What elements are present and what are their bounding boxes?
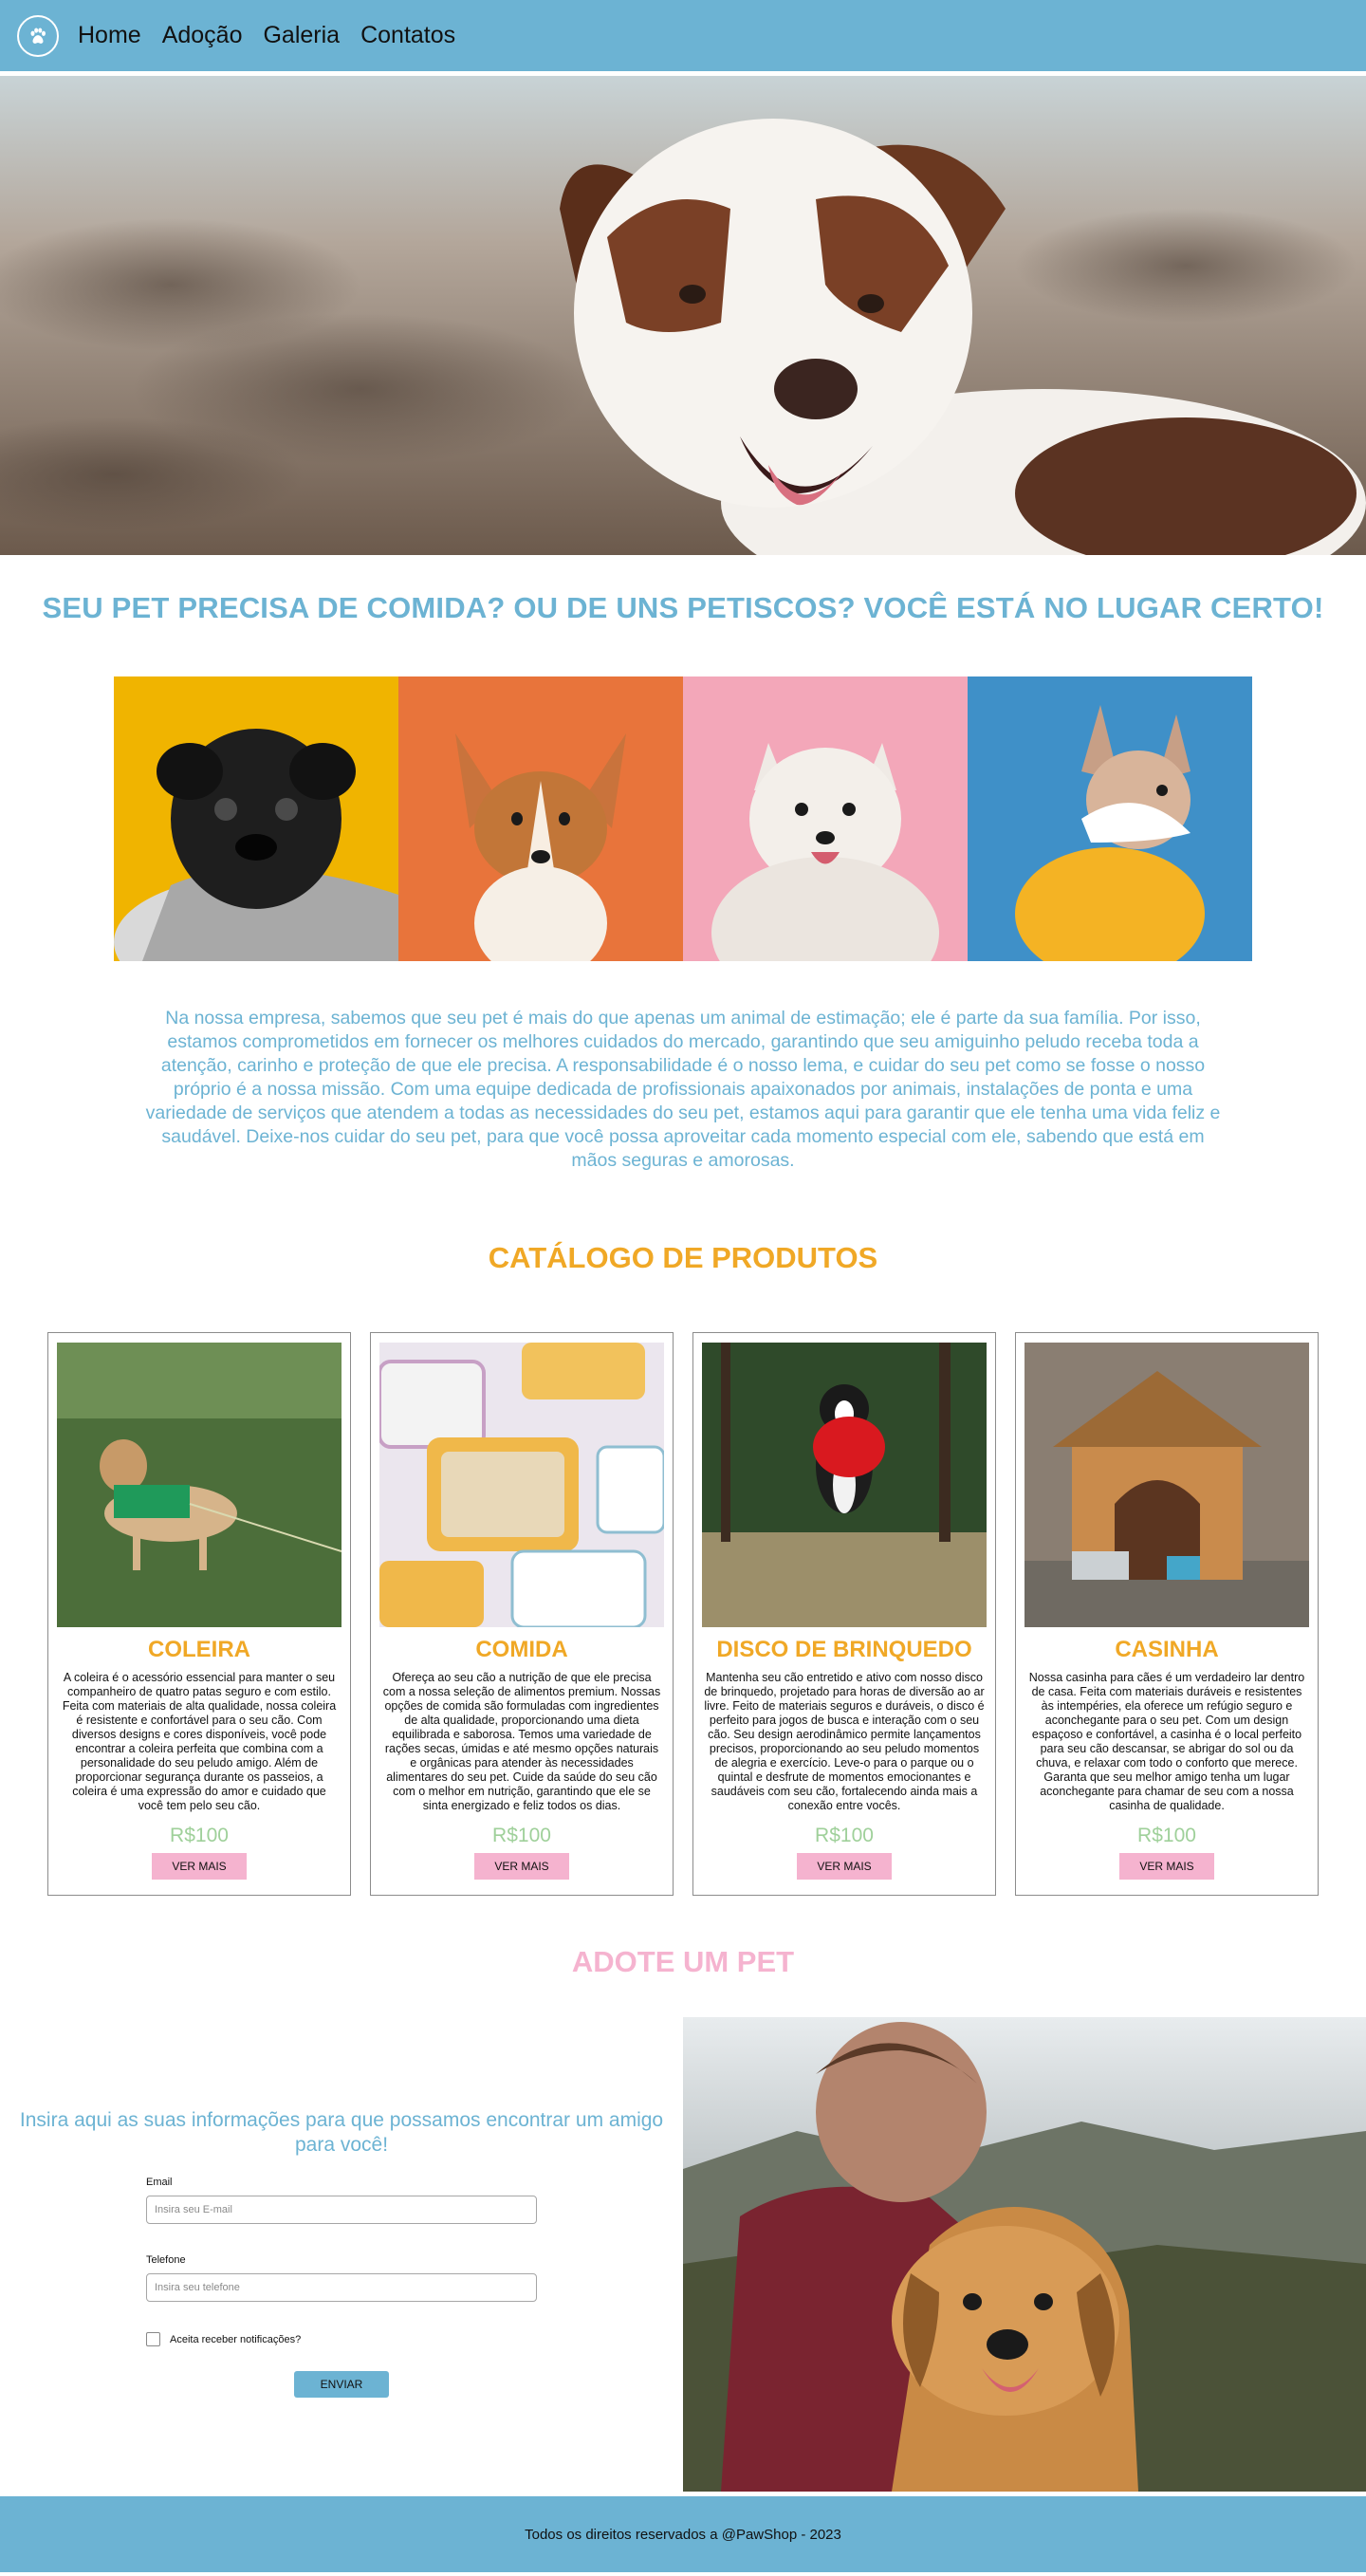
notifications-label: Aceita receber notificações? xyxy=(170,2333,302,2345)
email-group: Email xyxy=(146,2177,537,2224)
navbar: Home Adoção Galeria Contatos xyxy=(0,0,1366,76)
pet-photo-strip xyxy=(114,676,1252,961)
product-price: R$100 xyxy=(1137,1825,1196,1846)
product-image-comida xyxy=(379,1343,664,1627)
submit-button[interactable]: ENVIAR xyxy=(294,2371,389,2398)
pet-tile-corgi xyxy=(398,676,683,961)
notifications-row: Aceita receber notificações? xyxy=(146,2332,537,2346)
phone-label: Telefone xyxy=(146,2254,186,2266)
product-name: CASINHA xyxy=(1115,1637,1219,1662)
product-cards: COLEIRA A coleira é o acessório essencia… xyxy=(47,1332,1319,1896)
nav-link-home[interactable]: Home xyxy=(78,22,141,49)
product-price: R$100 xyxy=(815,1825,874,1846)
ver-mais-button[interactable]: VER MAIS xyxy=(1119,1853,1214,1880)
pet-tile-pug xyxy=(114,676,398,961)
product-name: COMIDA xyxy=(475,1637,568,1662)
product-card-coleira: COLEIRA A coleira é o acessório essencia… xyxy=(47,1332,351,1896)
nav-link-contatos[interactable]: Contatos xyxy=(360,22,455,49)
product-description: A coleira é o acessório essencial para m… xyxy=(62,1671,337,1812)
about-paragraph: Na nossa empresa, sabemos que seu pet é … xyxy=(145,1008,1221,1171)
product-image-casinha xyxy=(1024,1343,1309,1627)
paw-icon[interactable] xyxy=(17,14,59,57)
product-name: COLEIRA xyxy=(148,1637,250,1662)
adopt-heading: ADOTE UM PET xyxy=(571,1945,795,1978)
email-label: Email xyxy=(146,2177,173,2188)
nav-link-adocao[interactable]: Adoção xyxy=(162,22,243,49)
product-card-casinha: CASINHA Nossa casinha para cães é um ver… xyxy=(1015,1332,1319,1896)
phone-field[interactable] xyxy=(146,2273,537,2302)
email-field[interactable] xyxy=(146,2196,537,2224)
adopt-section: Insira aqui as suas informações para que… xyxy=(0,2017,1366,2492)
nav-link-galeria[interactable]: Galeria xyxy=(263,22,340,49)
ver-mais-button[interactable]: VER MAIS xyxy=(474,1853,569,1880)
product-price: R$100 xyxy=(492,1825,551,1846)
pet-tile-french-bulldog xyxy=(968,676,1252,961)
adopt-intro-text: Insira aqui as suas informações para que… xyxy=(19,2109,664,2156)
product-price: R$100 xyxy=(170,1825,229,1846)
product-card-comida: COMIDA Ofereça ao seu cão a nutrição de … xyxy=(370,1332,674,1896)
adopt-form-column: Insira aqui as suas informações para que… xyxy=(0,2017,683,2492)
hero-banner xyxy=(0,76,1366,555)
tagline-heading: SEU PET PRECISA DE COMIDA? OU DE UNS PET… xyxy=(42,591,1324,624)
phone-group: Telefone xyxy=(146,2254,537,2302)
footer: Todos os direitos reservados a @PawShop … xyxy=(0,2496,1366,2572)
catalog-heading: CATÁLOGO DE PRODUTOS xyxy=(488,1241,878,1274)
pet-tile-samoyed xyxy=(683,676,968,961)
product-image-coleira xyxy=(57,1343,342,1627)
product-description: Mantenha seu cão entretido e ativo com n… xyxy=(704,1671,985,1812)
main-nav: Home Adoção Galeria Contatos xyxy=(78,22,455,49)
product-description: Ofereça ao seu cão a nutrição de que ele… xyxy=(382,1671,661,1812)
product-image-disco xyxy=(702,1343,987,1627)
hero-dog-image xyxy=(0,76,1366,555)
product-name: DISCO DE BRINQUEDO xyxy=(716,1637,972,1662)
product-description: Nossa casinha para cães é um verdadeiro … xyxy=(1028,1671,1305,1812)
notifications-checkbox[interactable] xyxy=(146,2332,160,2346)
adopt-photo xyxy=(683,2017,1366,2492)
adopt-form: Email Telefone Aceita receber notificaçõ… xyxy=(146,2177,537,2398)
copyright-text: Todos os direitos reservados a @PawShop … xyxy=(525,2526,841,2543)
product-card-disco: DISCO DE BRINQUEDO Mantenha seu cão entr… xyxy=(692,1332,996,1896)
ver-mais-button[interactable]: VER MAIS xyxy=(797,1853,892,1880)
ver-mais-button[interactable]: VER MAIS xyxy=(152,1853,247,1880)
